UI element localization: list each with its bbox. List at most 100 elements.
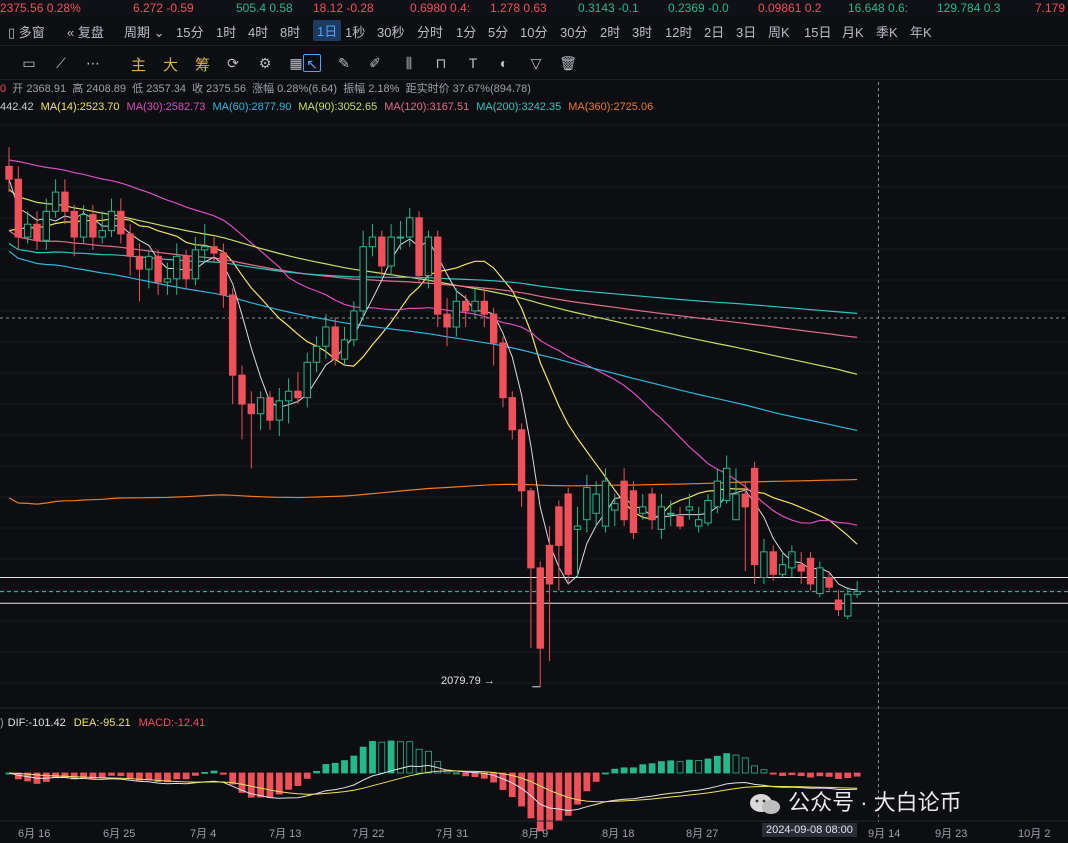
macd-histogram-bar (723, 753, 731, 774)
macd-histogram-bar (788, 772, 796, 776)
candle-body (676, 515, 684, 527)
candle-body (601, 480, 610, 527)
candle-body (247, 403, 256, 415)
candle-body (694, 519, 703, 527)
macd-histogram-bar (648, 763, 656, 774)
x-axis: 6月 16 6月 25 7月 4 7月 13 7月 22 7月 31 8月 9 8月 18 8月… (0, 822, 1068, 843)
macd-histogram-bar (378, 741, 386, 774)
candle-body (145, 255, 153, 270)
candle-body (51, 191, 60, 212)
candle-body (806, 557, 815, 585)
ma-line-MA120 (8, 230, 858, 338)
macd-histogram-bar (126, 772, 134, 779)
candle-body (126, 233, 134, 257)
candle-body (657, 506, 666, 530)
macd-histogram-bar (322, 764, 330, 774)
candle-body (788, 551, 796, 569)
candle-body (70, 210, 78, 238)
macd-histogram-bar (760, 769, 768, 774)
macd-histogram-bar (769, 772, 777, 775)
macd-histogram-bar (676, 761, 684, 774)
candle-body (499, 342, 507, 399)
macd-histogram-bar (201, 772, 209, 774)
candle-body (825, 577, 833, 588)
macd-histogram-bar (219, 772, 227, 775)
candle-body (79, 214, 88, 238)
candle-body (33, 223, 41, 241)
macd-histogram-bar (611, 768, 619, 774)
macd-histogram-bar (816, 772, 824, 777)
candle-body (331, 326, 339, 360)
macd-histogram-bar (555, 772, 563, 822)
ma-line-MA90 (8, 189, 858, 375)
macd-legend-item: MACD:-12.41 (138, 717, 206, 729)
macd-histogram-bar (173, 772, 181, 780)
candle-body (359, 246, 367, 312)
candle-body (536, 567, 544, 649)
candle-body (238, 374, 246, 405)
macd-histogram-bar (751, 765, 758, 774)
candle-body (713, 480, 722, 508)
candle-body (61, 191, 69, 212)
macd-histogram-bar (639, 764, 647, 774)
macd-histogram-bar (257, 772, 265, 798)
candle-body (163, 278, 172, 283)
macd-histogram-bar (415, 748, 423, 774)
macd-legend: ) DIF:-101.42 DEA:-95.21 MACD:-12.41 (0, 717, 213, 729)
candle-body (778, 564, 787, 575)
candle-body (98, 230, 106, 238)
candle-body (732, 493, 740, 521)
macd-legend-item: DIF:-101.42 (7, 717, 66, 729)
macd-histogram-bar (191, 772, 199, 776)
macd-params: ) (0, 717, 4, 729)
candle-body (443, 313, 451, 328)
macd-histogram-bar (462, 772, 470, 777)
macd-histogram-bar (695, 760, 703, 774)
macd-histogram-bar (779, 772, 786, 776)
candle-body (228, 294, 237, 376)
candle-body (406, 217, 414, 238)
macd-histogram-bar (732, 754, 740, 774)
macd-histogram-bar (98, 772, 106, 779)
x-tick-label: 9月 23 (935, 828, 968, 840)
wechat-icon (750, 794, 780, 815)
candle-body (461, 300, 470, 312)
macd-histogram-bar (145, 772, 153, 781)
low-annotation: 2079.79 → (441, 675, 495, 687)
candle-body (266, 397, 274, 421)
candle-body (154, 255, 162, 283)
crosshair-date-label: 2024-09-08 08:00 (762, 823, 857, 837)
macd-histogram-bar (285, 772, 293, 790)
candle-body (107, 210, 116, 232)
macd-histogram-bar (452, 772, 460, 775)
candle-body (256, 397, 265, 415)
candle-body (350, 310, 358, 341)
candle-body (611, 503, 619, 511)
macd-histogram-bar (658, 761, 665, 774)
candle-body (5, 165, 13, 180)
candle-body (741, 493, 749, 508)
x-tick-label: 8月 27 (686, 828, 719, 840)
candle-body (648, 493, 656, 521)
x-tick-label: 9月 14 (868, 828, 901, 840)
macd-histogram-bar (825, 772, 833, 777)
candle-body (480, 300, 489, 315)
macd-histogram-bar (331, 762, 339, 774)
candle-body (340, 339, 349, 360)
macd-histogram-bar (844, 772, 852, 779)
candle-body (564, 493, 572, 575)
macd-histogram-bar (117, 772, 125, 777)
macd-histogram-bar (424, 750, 432, 774)
macd-histogram-bar (853, 772, 861, 777)
macd-histogram-bar (835, 772, 842, 779)
candle-body (685, 506, 694, 511)
macd-histogram-bar (564, 772, 572, 816)
macd-histogram-bar (294, 772, 302, 786)
x-tick-label: 6月 16 (18, 828, 51, 840)
macd-histogram-bar (630, 767, 637, 774)
candle-body (760, 551, 768, 579)
candle-body (471, 300, 479, 312)
candle-body (23, 223, 32, 238)
candle-body (424, 236, 433, 277)
macd-histogram-bar (341, 760, 348, 774)
